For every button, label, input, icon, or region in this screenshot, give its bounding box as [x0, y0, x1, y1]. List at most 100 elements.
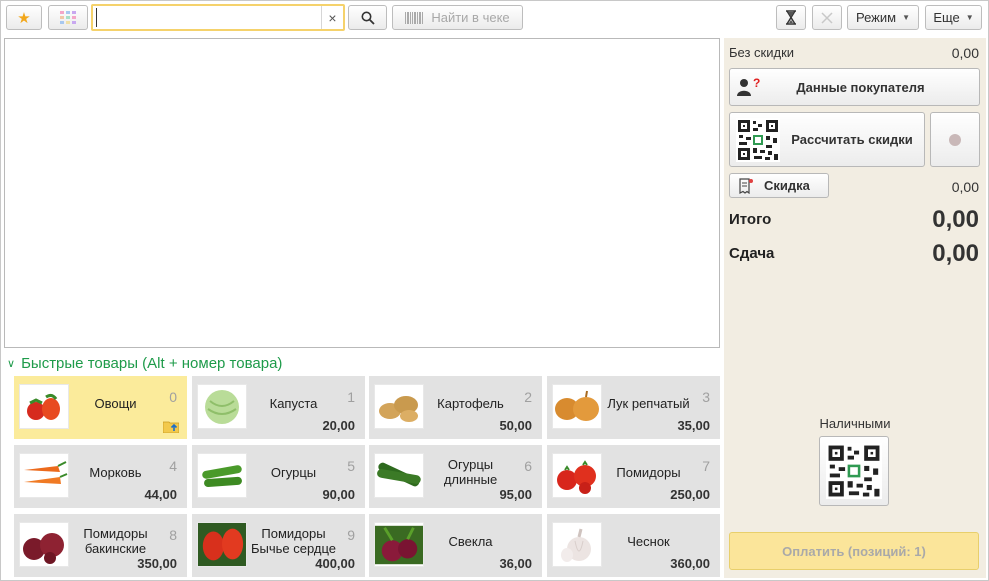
- quick-item-price: 400,00: [315, 556, 355, 571]
- caret-down-icon: ▼: [965, 13, 974, 22]
- receipt-percent-icon: [739, 177, 753, 194]
- toolbar: ★ × Найти в чеке Режим ▼ Еще ▼: [1, 1, 988, 35]
- quick-items-title: Быстрые товары (Alt + номер товара): [21, 354, 283, 372]
- more-menu-button[interactable]: Еще ▼: [925, 5, 982, 30]
- discount-button[interactable]: Скидка: [729, 173, 829, 198]
- quick-item-tile[interactable]: Огурцы 5 90,00: [192, 445, 365, 508]
- quick-item-hotkey: 4: [169, 458, 177, 474]
- quick-item-tile[interactable]: Чеснок 360,00: [547, 514, 720, 577]
- onion-icon: [552, 384, 602, 429]
- no-discount-label: Без скидки: [729, 45, 795, 60]
- user-question-icon: ?: [737, 77, 760, 96]
- no-discount-value: 0,00: [951, 45, 979, 61]
- quick-item-hotkey: 5: [347, 458, 355, 474]
- mode-menu-button[interactable]: Режим ▼: [847, 5, 919, 30]
- caret-down-icon: ▼: [902, 13, 910, 22]
- beet-icon: [374, 522, 424, 567]
- cash-payment-button[interactable]: [819, 436, 889, 506]
- close-icon: ×: [328, 9, 337, 26]
- cabbage-icon: [197, 384, 247, 429]
- star-icon: ★: [17, 9, 31, 27]
- quick-item-tile[interactable]: Лук репчатый 3 35,00: [547, 376, 720, 439]
- quick-item-price: 250,00: [670, 487, 710, 502]
- more-label: Еще: [933, 10, 960, 25]
- total-value: 0,00: [932, 206, 979, 233]
- change-label: Сдача: [729, 245, 775, 262]
- svg-text:?: ?: [753, 77, 760, 90]
- quick-item-tile[interactable]: Свекла 36,00: [369, 514, 542, 577]
- discount-value: 0,00: [951, 179, 979, 195]
- quick-item-name: Овощи: [94, 395, 137, 411]
- cucumber-icon: [197, 453, 247, 498]
- discount-label: Скидка: [764, 178, 810, 193]
- chevron-down-icon: ∨: [7, 357, 16, 370]
- hourglass-icon: [786, 10, 796, 25]
- search-icon: [361, 11, 375, 25]
- quick-item-tile[interactable]: Капуста 1 20,00: [192, 376, 365, 439]
- window: ★ × Найти в чеке Режим ▼ Еще ▼ ∨ Быстрые…: [0, 0, 989, 581]
- quick-item-price: 36,00: [499, 556, 532, 571]
- quick-item-hotkey: 9: [347, 527, 355, 543]
- change-value: 0,00: [932, 240, 979, 267]
- carrot-icon: [19, 453, 69, 498]
- quick-item-hotkey: 6: [524, 458, 532, 474]
- payment-panel: Без скидки 0,00 ? Данные покупателя Расс…: [724, 38, 986, 578]
- cash-label: Наличными: [819, 416, 891, 431]
- folder-up-icon: [163, 421, 179, 433]
- quick-item-hotkey: 1: [347, 389, 355, 405]
- search-button[interactable]: [348, 5, 387, 30]
- quick-item-price: 95,00: [499, 487, 532, 502]
- find-in-receipt-button[interactable]: Найти в чеке: [392, 5, 523, 30]
- pay-button-label: Оплатить (позиций: 1): [782, 543, 926, 559]
- search-input[interactable]: [96, 8, 320, 27]
- quick-item-tile[interactable]: Морковь 4 44,00: [14, 445, 187, 508]
- grid-icon: [60, 10, 76, 24]
- potato-icon: [374, 384, 424, 429]
- qr-code-icon: [736, 117, 780, 162]
- quick-item-price: 35,00: [677, 418, 710, 433]
- garlic-icon: [552, 522, 602, 567]
- customer-data-button[interactable]: ? Данные покупателя: [729, 68, 980, 106]
- receipt-items-list[interactable]: [4, 38, 720, 348]
- quick-item-hotkey: 7: [702, 458, 710, 474]
- quick-item-hotkey: 3: [702, 389, 710, 405]
- deferred-receipts-button[interactable]: [776, 5, 806, 30]
- search-box: ×: [91, 4, 345, 31]
- barcode-icon: [405, 11, 424, 24]
- customer-data-label: Данные покупателя: [796, 79, 925, 95]
- baku-tomato-icon: [19, 522, 69, 567]
- dot-icon: [949, 133, 961, 146]
- bull-heart-tomato-icon: [197, 522, 247, 567]
- quick-items-header[interactable]: ∨ Быстрые товары (Alt + номер товара): [7, 353, 282, 373]
- loyalty-card-button[interactable]: [930, 112, 980, 167]
- qr-code-icon: [826, 443, 882, 499]
- long-cucumber-icon: [374, 453, 424, 498]
- quick-item-price: 350,00: [137, 556, 177, 571]
- quick-item-price: 20,00: [322, 418, 355, 433]
- quick-item-tile[interactable]: Помидоры Бычье сердце 9 400,00: [192, 514, 365, 577]
- quick-item-tile[interactable]: Овощи 0: [14, 376, 187, 439]
- total-label: Итого: [729, 211, 772, 228]
- tiles-view-button[interactable]: [48, 5, 88, 30]
- quick-item-price: 90,00: [322, 487, 355, 502]
- quick-item-hotkey: 2: [524, 389, 532, 405]
- pay-button[interactable]: Оплатить (позиций: 1): [729, 532, 979, 570]
- quick-item-price: 360,00: [670, 556, 710, 571]
- tomato-pepper-icon: [19, 384, 69, 429]
- close-icon: [821, 11, 833, 24]
- search-clear-button[interactable]: ×: [321, 6, 343, 29]
- quick-item-price: 44,00: [144, 487, 177, 502]
- calculate-discounts-button[interactable]: Рассчитать скидки: [729, 112, 925, 167]
- quick-item-tile[interactable]: Картофель 2 50,00: [369, 376, 542, 439]
- mode-label: Режим: [855, 10, 897, 25]
- favorites-button[interactable]: ★: [6, 5, 42, 30]
- quick-item-tile[interactable]: Помидоры 7 250,00: [547, 445, 720, 508]
- cancel-receipt-button[interactable]: [812, 5, 842, 30]
- tomato-icon: [552, 453, 602, 498]
- quick-item-tile[interactable]: Помидоры бакинские 8 350,00: [14, 514, 187, 577]
- quick-item-hotkey: 0: [169, 389, 177, 405]
- quick-item-hotkey: 8: [169, 527, 177, 543]
- quick-item-tile[interactable]: Огурцы длинные 6 95,00: [369, 445, 542, 508]
- calculate-discounts-label: Рассчитать скидки: [791, 131, 913, 147]
- find-in-receipt-label: Найти в чеке: [431, 10, 510, 25]
